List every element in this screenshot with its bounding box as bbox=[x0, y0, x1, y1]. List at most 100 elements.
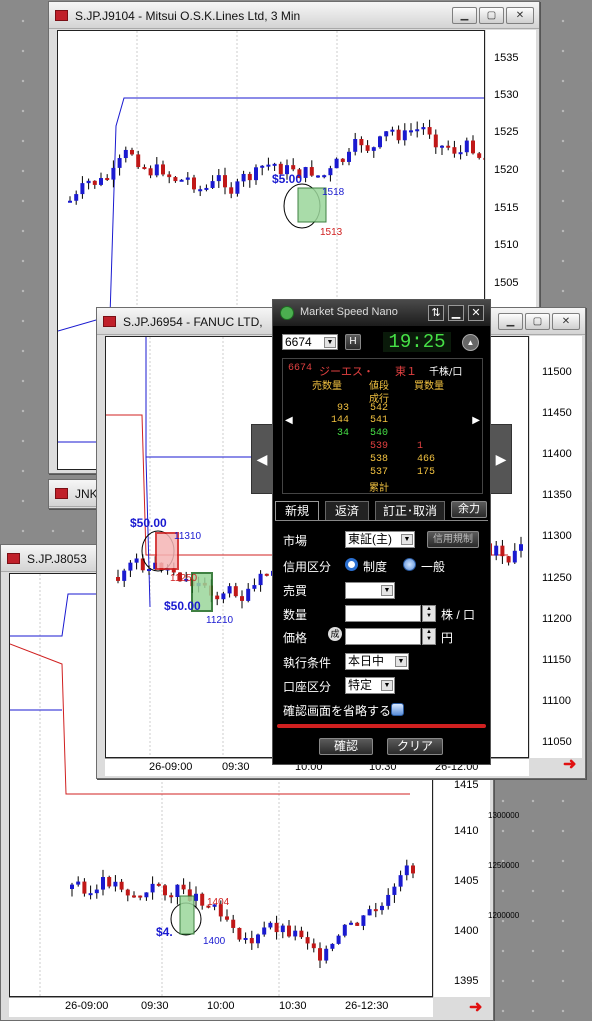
minimize-button[interactable]: ▁ bbox=[498, 313, 523, 330]
candle-body bbox=[254, 167, 258, 181]
y-tick: 1410 bbox=[454, 825, 479, 837]
minimize-button[interactable]: ▁ bbox=[448, 305, 464, 321]
titlebar[interactable]: S.JP.J9104 - Mitsui O.S.K.Lines Ltd, 3 M… bbox=[49, 2, 539, 29]
candle-body bbox=[227, 586, 232, 594]
yoryoku-button[interactable]: 余力 bbox=[451, 501, 487, 518]
candle-body bbox=[161, 164, 165, 175]
clear-button[interactable]: クリア bbox=[387, 738, 443, 755]
price-input[interactable] bbox=[345, 628, 421, 645]
quantity-label: 数量 bbox=[283, 608, 308, 622]
candle-body bbox=[440, 145, 444, 148]
stock-code-select[interactable]: 6674 ▼ bbox=[282, 334, 338, 350]
order-tabs: 新規 返済 訂正･取消 余力 bbox=[275, 501, 488, 521]
scroll-left-icon[interactable]: ◀ bbox=[285, 415, 293, 426]
next-panel-arrow[interactable]: ▶ bbox=[490, 424, 512, 494]
h-button[interactable]: H bbox=[345, 334, 361, 350]
x-tick: 10:30 bbox=[279, 1000, 307, 1012]
window-title: S.JP.J9104 - Mitsui O.S.K.Lines Ltd, 3 M… bbox=[75, 9, 301, 23]
account-value: 特定 bbox=[348, 678, 373, 692]
candle-body bbox=[123, 149, 128, 159]
quantity-input[interactable] bbox=[345, 605, 421, 622]
mid-label: 11250 bbox=[170, 573, 198, 584]
candle-body bbox=[311, 943, 316, 949]
chart-app-icon bbox=[55, 10, 68, 21]
col-buy: 買数量 bbox=[414, 381, 444, 392]
candle-body bbox=[76, 881, 81, 885]
price-label: 価格 bbox=[283, 631, 308, 645]
credit-rules-button[interactable]: 信用規制 bbox=[427, 531, 479, 548]
condition-label: 執行条件 bbox=[283, 656, 332, 670]
candle-body bbox=[260, 165, 265, 168]
candle-body bbox=[390, 129, 395, 132]
confirm-button[interactable]: 確認 bbox=[319, 738, 373, 755]
account-select[interactable]: 特定 ▼ bbox=[345, 677, 395, 694]
market-select[interactable]: 東証(主) ▼ bbox=[345, 531, 415, 548]
price-mark-label: $50.00 bbox=[130, 516, 167, 530]
chart-app-icon bbox=[7, 553, 20, 564]
window-title: JNK bbox=[75, 487, 98, 501]
candle-body bbox=[99, 178, 103, 185]
ask-qty: 144 bbox=[331, 415, 350, 426]
pin-icon[interactable]: ⇅ bbox=[428, 305, 444, 321]
candle-body bbox=[464, 140, 469, 153]
close-button[interactable]: ✕ bbox=[506, 7, 534, 24]
candle-body bbox=[111, 167, 116, 180]
high-label: 1518 bbox=[322, 187, 345, 198]
scroll-right-arrow-icon[interactable]: ➜ bbox=[469, 997, 482, 1017]
market-speed-nano-window[interactable]: Market Speed Nano ⇅ ▁ ✕ 6674 ▼ H 19:25 ▲… bbox=[272, 299, 491, 765]
candle-body bbox=[233, 586, 238, 597]
volume-tick: 1200000 bbox=[488, 911, 520, 920]
prev-panel-arrow[interactable]: ◀ bbox=[251, 424, 273, 494]
candle-body bbox=[156, 883, 161, 886]
candle-body bbox=[128, 562, 133, 571]
candle-body bbox=[347, 151, 351, 162]
collapse-icon[interactable]: ▲ bbox=[462, 334, 479, 351]
tab-new-order[interactable]: 新規 bbox=[275, 501, 319, 521]
scroll-right-arrow-icon[interactable]: ➜ bbox=[563, 754, 576, 774]
y-tick: 1530 bbox=[494, 89, 519, 101]
candle-body bbox=[421, 127, 426, 130]
maximize-button[interactable]: ▢ bbox=[479, 7, 504, 24]
credit-type-label: 信用区分 bbox=[283, 560, 332, 574]
candle-body bbox=[144, 892, 149, 898]
x-tick: 10:00 bbox=[207, 1000, 235, 1012]
close-button[interactable]: ✕ bbox=[552, 313, 580, 330]
clock-display: 19:25 bbox=[383, 332, 451, 352]
minimize-button[interactable]: ▁ bbox=[452, 7, 477, 24]
candle-body bbox=[148, 168, 153, 176]
close-button[interactable]: ✕ bbox=[468, 305, 484, 321]
candle-body bbox=[386, 894, 391, 906]
chevron-down-icon: ▼ bbox=[324, 337, 336, 348]
skip-confirm-checkbox[interactable] bbox=[391, 703, 404, 716]
col-sell: 売数量 bbox=[312, 381, 342, 392]
y-tick: 1415 bbox=[454, 779, 479, 791]
candle-body bbox=[402, 130, 407, 141]
high-label: 1404 bbox=[207, 897, 230, 908]
scroll-right-icon[interactable]: ▶ bbox=[472, 415, 480, 426]
candle-body bbox=[258, 573, 263, 586]
candle-body bbox=[142, 167, 147, 170]
candle-body bbox=[175, 884, 180, 898]
credit-general-radio[interactable] bbox=[403, 558, 416, 571]
chart-app-icon bbox=[103, 316, 116, 327]
y-tick: 11200 bbox=[542, 613, 572, 625]
credit-system-radio[interactable] bbox=[345, 558, 358, 571]
market-order-toggle[interactable]: 成 bbox=[328, 627, 342, 641]
status-bar bbox=[277, 724, 486, 728]
price-stepper[interactable]: ▲ ▼ bbox=[422, 628, 436, 645]
y-tick: 11250 bbox=[542, 572, 572, 584]
tab-repay[interactable]: 返済 bbox=[325, 501, 369, 521]
side-select[interactable]: ▼ bbox=[345, 582, 395, 599]
candle-body bbox=[506, 556, 511, 563]
candle-body bbox=[107, 877, 112, 887]
y-tick: 1535 bbox=[494, 52, 519, 64]
tab-modify-cancel[interactable]: 訂正･取消 bbox=[375, 501, 445, 521]
nano-titlebar[interactable]: Market Speed Nano ⇅ ▁ ✕ bbox=[273, 300, 490, 326]
candle-body bbox=[272, 163, 277, 166]
candle-body bbox=[240, 596, 244, 601]
price-mark-label: $5.00 bbox=[272, 172, 302, 186]
condition-select[interactable]: 本日中 ▼ bbox=[345, 653, 409, 670]
maximize-button[interactable]: ▢ bbox=[525, 313, 550, 330]
candle-body bbox=[113, 881, 118, 887]
quantity-stepper[interactable]: ▲ ▼ bbox=[422, 605, 436, 622]
